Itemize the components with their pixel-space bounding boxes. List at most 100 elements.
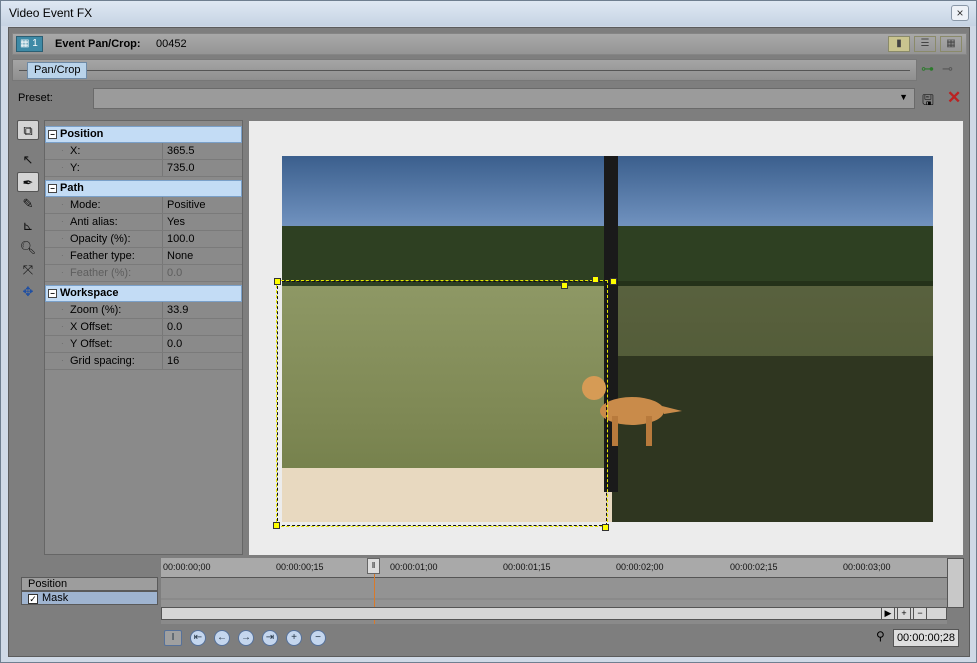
playhead-handle[interactable]: ‖: [367, 558, 380, 574]
prop-key: Grid spacing:: [70, 355, 135, 367]
save-preset-icon[interactable]: 🖫: [922, 90, 934, 114]
time-tick: 00:00:02;00: [616, 562, 664, 572]
delete-keyframe-icon[interactable]: −: [310, 630, 326, 646]
mask-handle[interactable]: [561, 282, 568, 289]
cursor-timecode[interactable]: 00:00:00;28: [893, 629, 959, 647]
view-buttons: ▮ ☰ ▦: [888, 36, 962, 52]
remove-plugin-icon[interactable]: ⊸: [942, 61, 953, 77]
delete-preset-icon[interactable]: ✕: [947, 88, 961, 108]
first-keyframe-icon[interactable]: ⇤: [190, 630, 206, 646]
prev-keyframe-icon[interactable]: ←: [214, 630, 230, 646]
tree-dot: ·: [61, 200, 64, 209]
view-single-icon[interactable]: ▮: [888, 36, 910, 52]
collapse-icon[interactable]: −: [48, 184, 57, 193]
time-ruler[interactable]: 00:00:00;00 00:00:00;15 00:00:01;00 00:0…: [161, 558, 947, 578]
prop-row[interactable]: · Feather type: None: [45, 248, 242, 265]
plugin-chain: Pan/Crop: [12, 59, 917, 81]
move-icon[interactable]: ✥: [17, 282, 39, 302]
fx-count-badge[interactable]: ▦ 1: [16, 36, 43, 52]
fx-count: 1: [32, 38, 38, 49]
position-section[interactable]: − Position: [45, 126, 242, 143]
prop-value: 0.0: [162, 265, 242, 281]
mask-handle[interactable]: [610, 278, 617, 285]
mask-handle[interactable]: [273, 522, 280, 529]
view-list-icon[interactable]: ☰: [914, 36, 936, 52]
mask-handle[interactable]: [274, 278, 281, 285]
prop-key: X Offset:: [70, 321, 113, 333]
preset-dropdown[interactable]: ▼: [93, 88, 915, 109]
zoom-icon[interactable]: 🔍︎: [17, 238, 39, 258]
mask-handle[interactable]: [592, 276, 599, 283]
prop-value[interactable]: 735.0: [162, 160, 242, 176]
prop-value[interactable]: 16: [162, 353, 242, 369]
prop-row[interactable]: · Zoom (%): 33.9: [45, 302, 242, 319]
vertical-scrollbar[interactable]: [947, 558, 964, 608]
tree-dot: ·: [61, 305, 64, 314]
add-keyframe-icon[interactable]: +: [286, 630, 302, 646]
prop-value[interactable]: 0.0: [162, 319, 242, 335]
prop-row[interactable]: · Anti alias: Yes: [45, 214, 242, 231]
prop-row[interactable]: · Grid spacing: 16: [45, 353, 242, 370]
prop-row[interactable]: · Y: 735.0: [45, 160, 242, 177]
track-position[interactable]: Position: [21, 577, 158, 591]
preview-canvas[interactable]: [249, 121, 963, 555]
pan-icon[interactable]: ⤧: [17, 260, 39, 280]
prop-key: Feather type:: [70, 250, 135, 262]
tree-dot: ·: [61, 251, 64, 260]
prop-value[interactable]: Yes: [162, 214, 242, 230]
mask-path-selection[interactable]: [276, 280, 608, 527]
normal-edit-icon[interactable]: ⧉: [17, 120, 39, 140]
tree-dot: ·: [61, 339, 64, 348]
position-lane[interactable]: [161, 578, 947, 598]
tree-dot: ·: [61, 356, 64, 365]
prop-key: X:: [70, 145, 81, 157]
prop-key: Y:: [70, 162, 80, 174]
collapse-icon[interactable]: −: [48, 289, 57, 298]
pan-crop-plugin-button[interactable]: Pan/Crop: [27, 62, 88, 79]
workspace-section[interactable]: − Workspace: [45, 285, 242, 302]
mask-handle[interactable]: [602, 524, 609, 531]
select-icon[interactable]: ↖: [17, 150, 39, 170]
scroll-right-icon[interactable]: ▶: [881, 607, 895, 620]
prop-key: Zoom (%):: [70, 304, 122, 316]
prop-value[interactable]: 100.0: [162, 231, 242, 247]
prop-key: Opacity (%):: [70, 233, 131, 245]
position-title: Position: [60, 128, 104, 140]
prop-value[interactable]: 0.0: [162, 336, 242, 352]
prop-value[interactable]: 33.9: [162, 302, 242, 318]
path-section[interactable]: − Path: [45, 180, 242, 197]
tree-dot: ·: [61, 234, 64, 243]
time-tick: 00:00:00;15: [276, 562, 324, 572]
close-button[interactable]: ×: [951, 5, 969, 21]
timeline-zoom-controls: ▶ + −: [881, 607, 927, 620]
next-keyframe-icon[interactable]: →: [238, 630, 254, 646]
anchor-create-icon[interactable]: ✒: [17, 172, 39, 192]
plugin-chain-icon[interactable]: ⊶: [921, 61, 934, 77]
path-title: Path: [60, 182, 84, 194]
mask-checkbox[interactable]: ✓: [28, 594, 38, 604]
prop-value[interactable]: None: [162, 248, 242, 264]
prop-value[interactable]: Positive: [162, 197, 242, 213]
zoom-in-icon[interactable]: +: [897, 607, 911, 620]
timeline-scrollbar[interactable]: [161, 607, 947, 620]
prop-row[interactable]: · Opacity (%): 100.0: [45, 231, 242, 248]
collapse-icon[interactable]: −: [48, 130, 57, 139]
tree-dot: ·: [61, 163, 64, 172]
track-mask[interactable]: ✓ Mask: [21, 591, 158, 605]
prop-value[interactable]: 365.5: [162, 143, 242, 159]
transport-bar: I ⇤ ← → ⇥ + −: [164, 626, 326, 650]
prop-row[interactable]: · Mode: Positive: [45, 197, 242, 214]
zoom-out-icon[interactable]: −: [913, 607, 927, 620]
tree-dot: ·: [61, 217, 64, 226]
prop-row[interactable]: · X Offset: 0.0: [45, 319, 242, 336]
track-label: Position: [28, 578, 68, 590]
prop-row[interactable]: · X: 365.5: [45, 143, 242, 160]
sync-cursor-icon[interactable]: I: [164, 630, 182, 646]
view-grid-icon[interactable]: ▦: [940, 36, 962, 52]
client-area: ▦ 1 Event Pan/Crop: 00452 ▮ ☰ ▦ Pan/Crop…: [8, 27, 970, 657]
last-keyframe-icon[interactable]: ⇥: [262, 630, 278, 646]
prop-key: Feather (%):: [70, 267, 132, 279]
anchor-split-icon[interactable]: ⊾: [17, 216, 39, 236]
prop-row[interactable]: · Y Offset: 0.0: [45, 336, 242, 353]
anchor-add-icon[interactable]: ✎: [17, 194, 39, 214]
